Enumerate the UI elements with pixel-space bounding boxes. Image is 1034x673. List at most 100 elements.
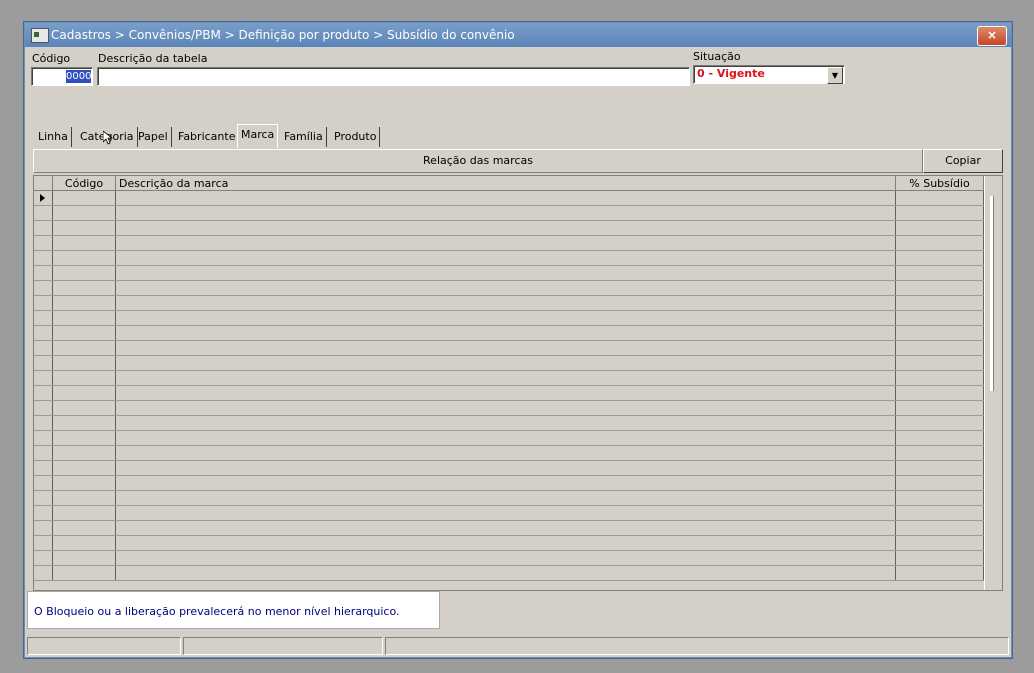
description-cell[interactable] — [116, 371, 896, 385]
row-indicator[interactable] — [34, 296, 53, 310]
description-cell[interactable] — [116, 461, 896, 475]
description-cell[interactable] — [116, 521, 896, 535]
code-cell[interactable] — [53, 311, 116, 325]
table-row[interactable] — [34, 266, 984, 281]
code-cell[interactable] — [53, 221, 116, 235]
subsidy-cell[interactable] — [896, 236, 984, 250]
row-indicator[interactable] — [34, 461, 53, 475]
table-row[interactable] — [34, 296, 984, 311]
subsidy-cell[interactable] — [896, 461, 984, 475]
description-cell[interactable] — [116, 311, 896, 325]
row-indicator[interactable] — [34, 491, 53, 505]
table-row[interactable] — [34, 506, 984, 521]
description-cell[interactable] — [116, 221, 896, 235]
table-row[interactable] — [34, 191, 984, 206]
description-cell[interactable] — [116, 566, 896, 580]
description-cell[interactable] — [116, 551, 896, 565]
tab-fabricante[interactable]: Fabricante — [175, 127, 240, 147]
description-cell[interactable] — [116, 476, 896, 490]
description-cell[interactable] — [116, 206, 896, 220]
description-cell[interactable] — [116, 536, 896, 550]
code-input[interactable]: 0000 — [31, 67, 93, 86]
table-row[interactable] — [34, 416, 984, 431]
subsidy-cell[interactable] — [896, 521, 984, 535]
table-row[interactable] — [34, 221, 984, 236]
table-row[interactable] — [34, 206, 984, 221]
code-cell[interactable] — [53, 566, 116, 580]
row-indicator[interactable] — [34, 431, 53, 445]
row-indicator[interactable] — [34, 311, 53, 325]
code-cell[interactable] — [53, 401, 116, 415]
code-cell[interactable] — [53, 521, 116, 535]
table-row[interactable] — [34, 311, 984, 326]
table-row[interactable] — [34, 251, 984, 266]
row-indicator[interactable] — [34, 326, 53, 340]
code-cell[interactable] — [53, 476, 116, 490]
code-cell[interactable] — [53, 206, 116, 220]
row-indicator[interactable] — [34, 266, 53, 280]
subsidy-cell[interactable] — [896, 566, 984, 580]
subsidy-cell[interactable] — [896, 551, 984, 565]
row-indicator[interactable] — [34, 566, 53, 580]
subsidy-cell[interactable] — [896, 371, 984, 385]
row-indicator[interactable] — [34, 371, 53, 385]
table-row[interactable] — [34, 236, 984, 251]
code-cell[interactable] — [53, 191, 116, 205]
subsidy-cell[interactable] — [896, 446, 984, 460]
table-row[interactable] — [34, 356, 984, 371]
code-cell[interactable] — [53, 341, 116, 355]
code-cell[interactable] — [53, 551, 116, 565]
description-cell[interactable] — [116, 236, 896, 250]
code-cell[interactable] — [53, 431, 116, 445]
description-cell[interactable] — [116, 446, 896, 460]
table-row[interactable] — [34, 431, 984, 446]
table-row[interactable] — [34, 401, 984, 416]
code-cell[interactable] — [53, 281, 116, 295]
chevron-down-icon[interactable]: ▼ — [827, 67, 843, 84]
subsidy-cell[interactable] — [896, 491, 984, 505]
subsidy-cell[interactable] — [896, 266, 984, 280]
subsidy-cell[interactable] — [896, 401, 984, 415]
code-cell[interactable] — [53, 446, 116, 460]
code-cell[interactable] — [53, 296, 116, 310]
code-cell[interactable] — [53, 416, 116, 430]
table-row[interactable] — [34, 521, 984, 536]
table-row[interactable] — [34, 326, 984, 341]
code-cell[interactable] — [53, 326, 116, 340]
table-row[interactable] — [34, 551, 984, 566]
description-cell[interactable] — [116, 491, 896, 505]
description-cell[interactable] — [116, 266, 896, 280]
code-cell[interactable] — [53, 236, 116, 250]
tab-linha[interactable]: Linha — [35, 127, 72, 147]
description-cell[interactable] — [116, 326, 896, 340]
row-indicator[interactable] — [34, 551, 53, 565]
table-row[interactable] — [34, 371, 984, 386]
description-cell[interactable] — [116, 251, 896, 265]
description-cell[interactable] — [116, 296, 896, 310]
title-bar[interactable]: Cadastros > Convênios/PBM > Definição po… — [25, 23, 1011, 47]
subsidy-cell[interactable] — [896, 281, 984, 295]
status-select[interactable]: 0 - Vigente ▼ — [693, 65, 845, 84]
table-row[interactable] — [34, 446, 984, 461]
description-cell[interactable] — [116, 416, 896, 430]
table-row[interactable] — [34, 461, 984, 476]
subsidy-cell[interactable] — [896, 416, 984, 430]
code-cell[interactable] — [53, 491, 116, 505]
description-cell[interactable] — [116, 506, 896, 520]
subsidy-cell[interactable] — [896, 476, 984, 490]
row-indicator[interactable] — [34, 506, 53, 520]
subsidy-cell[interactable] — [896, 221, 984, 235]
description-cell[interactable] — [116, 386, 896, 400]
code-cell[interactable] — [53, 266, 116, 280]
row-indicator[interactable] — [34, 536, 53, 550]
scrollbar-thumb[interactable] — [990, 196, 994, 391]
row-indicator[interactable] — [34, 446, 53, 460]
table-row[interactable] — [34, 566, 984, 581]
row-indicator[interactable] — [34, 476, 53, 490]
row-indicator[interactable] — [34, 281, 53, 295]
code-cell[interactable] — [53, 461, 116, 475]
code-cell[interactable] — [53, 371, 116, 385]
description-input[interactable] — [97, 67, 690, 86]
description-cell[interactable] — [116, 281, 896, 295]
description-cell[interactable] — [116, 401, 896, 415]
